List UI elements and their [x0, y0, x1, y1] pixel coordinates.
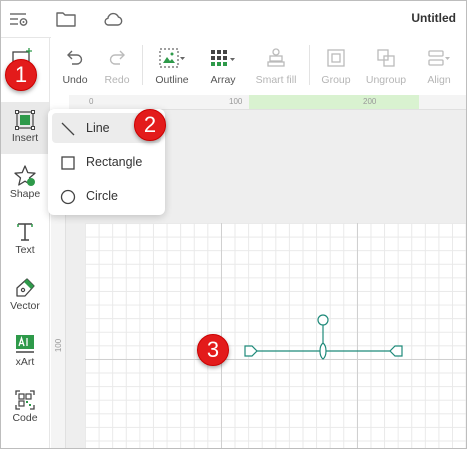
- folder-icon[interactable]: [54, 7, 78, 31]
- circle-icon: [60, 189, 76, 205]
- array-label: Array: [210, 74, 236, 86]
- callout-badge-2: 2: [134, 109, 166, 141]
- undo-icon: [67, 50, 83, 65]
- menu-item-label: Rectangle: [86, 155, 143, 169]
- group-icon: [327, 49, 345, 67]
- sidebar-item-shape[interactable]: Shape: [1, 158, 49, 210]
- grid-major-line: [357, 223, 358, 448]
- menu-item-label: Circle: [86, 189, 118, 203]
- redo-icon: [109, 50, 125, 65]
- undo-label: Undo: [62, 74, 88, 86]
- ruler-label: 100: [54, 338, 64, 353]
- sidebar-item-vector[interactable]: Vector: [1, 270, 49, 322]
- align-label: Align: [427, 74, 451, 86]
- left-sidebar: Insert Shape Text Vector xArt Code: [1, 38, 50, 448]
- group-button[interactable]: Group: [317, 37, 355, 95]
- sidebar-label: Code: [12, 412, 38, 424]
- sidebar-item-code[interactable]: Code: [1, 382, 49, 434]
- cloud-icon[interactable]: [101, 7, 125, 31]
- document-title: Untitled: [411, 11, 456, 25]
- menu-settings-icon[interactable]: [7, 7, 31, 31]
- sidebar-label: Text: [15, 244, 35, 256]
- sidebar-label: Insert: [11, 132, 39, 144]
- top-bar: Untitled: [1, 1, 466, 38]
- ruler-label: 100: [229, 97, 243, 106]
- smart-fill-icon: [267, 48, 285, 67]
- sidebar-label: xArt: [15, 356, 35, 368]
- outline-icon: [159, 48, 185, 68]
- callout-badge-1: 1: [5, 59, 37, 91]
- ai-icon: [16, 335, 34, 353]
- ruler-label: 200: [363, 97, 377, 106]
- sidebar-label: Vector: [10, 300, 40, 312]
- sidebar-item-text[interactable]: Text: [1, 214, 49, 266]
- undo-button[interactable]: Undo: [57, 37, 93, 95]
- line-icon: [61, 122, 75, 136]
- ungroup-label: Ungroup: [365, 74, 407, 86]
- outline-button[interactable]: Outline: [149, 37, 195, 95]
- qr-code-icon: [15, 390, 35, 410]
- toolbar: Undo Redo Outline Array Smart fill Group…: [51, 37, 466, 95]
- smart-fill-button[interactable]: Smart fill: [251, 37, 301, 95]
- outline-label: Outline: [155, 74, 189, 86]
- pen-icon: [16, 278, 35, 297]
- menu-item-label: Line: [86, 121, 110, 135]
- sidebar-item-xart[interactable]: xArt: [1, 326, 49, 378]
- callout-badge-3: 3: [197, 334, 229, 366]
- redo-label: Redo: [104, 74, 130, 86]
- redo-button[interactable]: Redo: [99, 37, 135, 95]
- ungroup-icon: [377, 49, 395, 67]
- group-label: Group: [321, 74, 351, 86]
- square-icon: [61, 156, 75, 170]
- smart-fill-label: Smart fill: [255, 74, 297, 86]
- align-icon: [428, 50, 450, 66]
- array-button[interactable]: Array: [201, 37, 245, 95]
- toolbar-divider: [309, 45, 310, 85]
- star-icon: [14, 165, 36, 186]
- array-icon: [211, 50, 235, 66]
- horizontal-ruler: 0 100 200: [69, 95, 466, 110]
- menu-item-circle[interactable]: Circle: [52, 181, 161, 211]
- menu-item-rectangle[interactable]: Rectangle: [52, 147, 161, 177]
- ruler-label: 0: [89, 97, 94, 106]
- ungroup-button[interactable]: Ungroup: [363, 37, 409, 95]
- design-page[interactable]: [85, 223, 466, 448]
- toolbar-divider: [142, 45, 143, 85]
- text-icon: [17, 223, 33, 241]
- insert-icon: [15, 110, 35, 130]
- sidebar-item-insert[interactable]: Insert: [1, 102, 49, 154]
- ruler-selection-highlight: [249, 95, 419, 109]
- align-button[interactable]: Align: [419, 37, 459, 95]
- sidebar-label: Shape: [9, 188, 41, 200]
- app-window: Untitled Undo Redo Outline Array Smart f…: [0, 0, 467, 449]
- grid-major-line: [85, 359, 466, 360]
